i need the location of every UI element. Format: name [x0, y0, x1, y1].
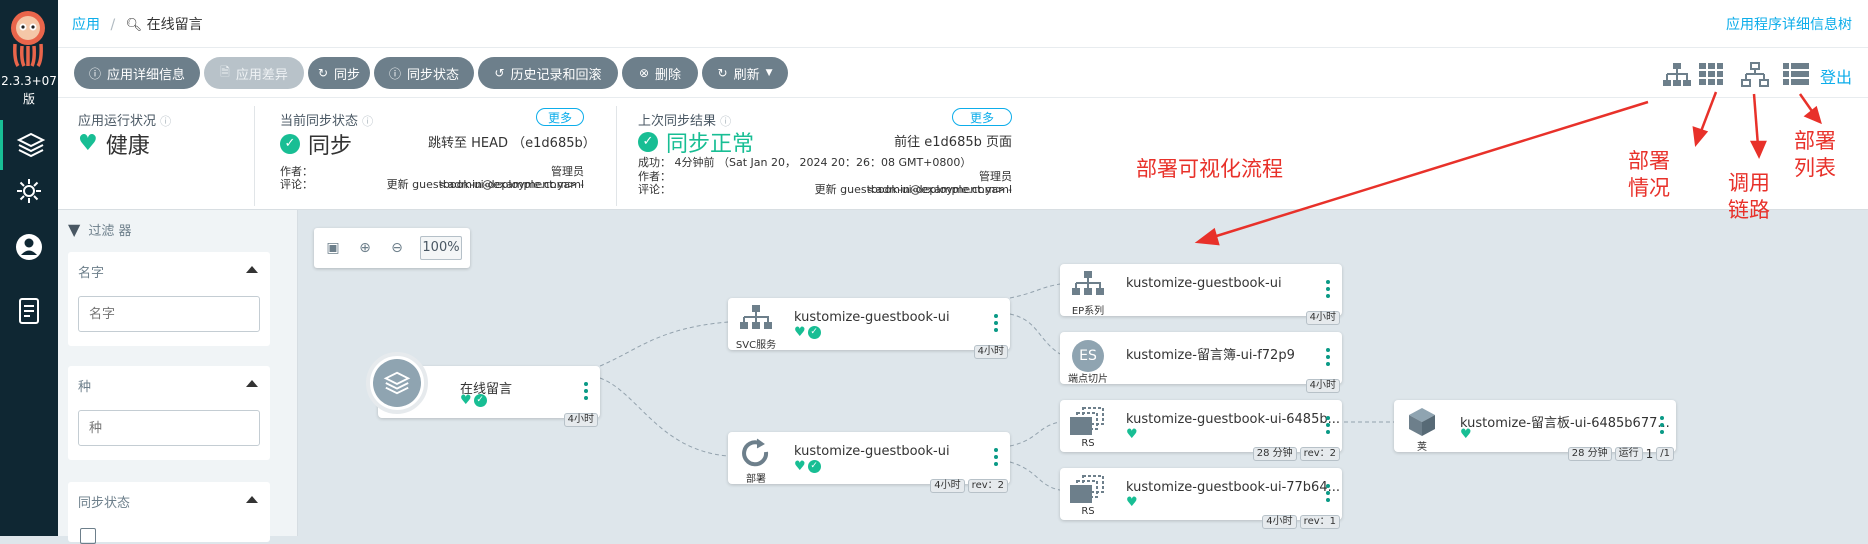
annotation-flow: 部署可视化流程: [1136, 157, 1283, 181]
annotation-deploy-status: 部署 情况: [1628, 149, 1670, 200]
annotation-deploy-list: 部署 列表: [1794, 129, 1836, 180]
annotation-arrows: [1194, 91, 1822, 246]
annotation-call-chain: 调用 链路: [1728, 171, 1770, 222]
